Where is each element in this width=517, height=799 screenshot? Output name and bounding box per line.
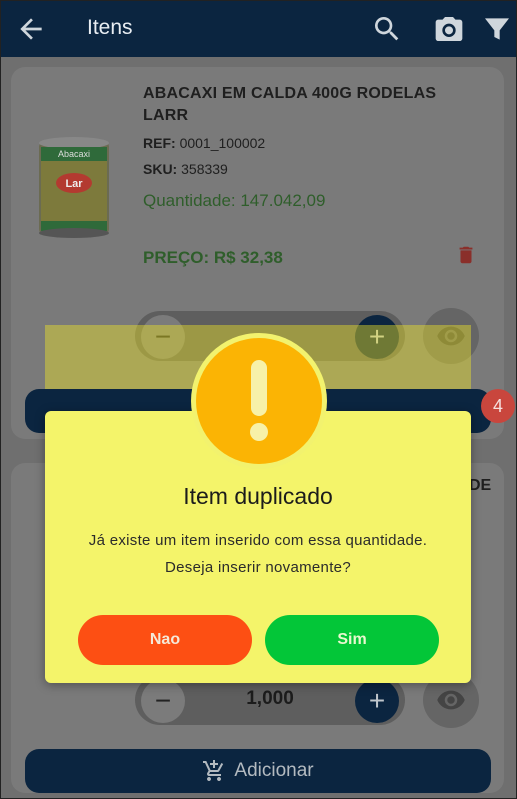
dialog-message-line2: Deseja inserir novamente? [165,559,351,576]
product-sku: SKU: 358339 [143,161,228,177]
cart-count-badge: 4 [481,389,515,423]
add-button-label: Adicionar [234,760,314,781]
sku-label: SKU: [143,161,178,177]
dialog-title: Item duplicado [183,483,333,509]
warning-icon-container [191,333,327,469]
product-name: ABACAXI EM CALDA 400G RODELAS LARR [143,85,437,124]
dialog-message: Já existe um item inserido com essa quan… [45,527,471,581]
arrow-back-icon[interactable] [15,13,47,45]
app-screen: Itens Abacaxi Lar ABACAXI EM CALDA 400G … [0,0,517,799]
cart-add-icon [203,760,224,781]
filter-icon[interactable] [481,13,513,45]
yes-button[interactable]: Sim [265,615,439,665]
warning-exclamation-icon [196,338,322,464]
camera-icon[interactable] [433,13,465,45]
dialog-message-line1: Já existe um item inserido com essa quan… [88,532,428,549]
ref-value: 0001_100002 [179,135,266,151]
product-image-brand: Lar [65,178,83,190]
no-button[interactable]: Nao [78,615,252,665]
product-image: Abacaxi Lar [39,137,109,238]
product-price: PREÇO: R$ 32,38 [143,248,283,267]
add-button[interactable]: Adicionar [25,749,491,793]
product-image-label: Abacaxi [58,149,90,159]
ref-label: REF: [143,135,176,151]
decrement-button[interactable]: − [141,679,185,723]
app-bar: Itens [1,1,516,57]
page-title: Itens [87,16,133,39]
product-ref: REF: 0001_100002 [143,135,265,151]
product-stock-quantity: Quantidade: 147.042,09 [143,191,326,210]
trash-icon[interactable] [455,243,477,267]
sku-value: 358339 [181,161,228,177]
search-icon[interactable] [371,13,403,45]
increment-button[interactable]: + [355,679,399,723]
quantity-value[interactable]: 1,000 [185,688,355,710]
product-name-partial: DE [469,477,492,494]
